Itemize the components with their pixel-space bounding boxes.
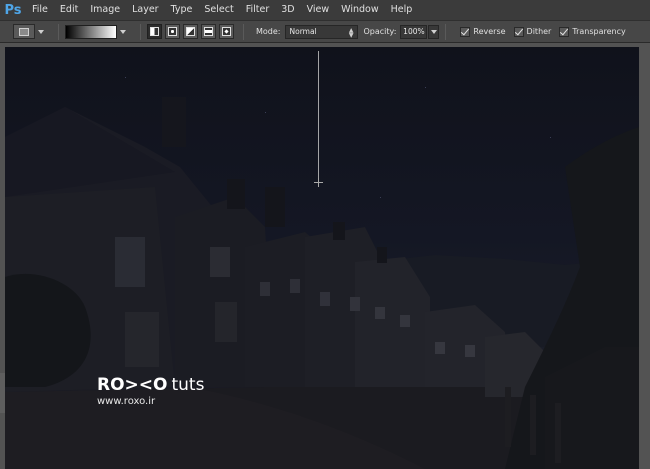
mode-label: Mode:	[256, 27, 281, 36]
dither-checkbox[interactable]	[513, 26, 524, 37]
document-canvas[interactable]: RO><O tuts www.roxo.ir	[5, 47, 639, 469]
diamond-gradient-icon	[222, 27, 231, 36]
menu-file[interactable]: File	[24, 0, 54, 20]
radial-gradient-button[interactable]	[165, 24, 180, 39]
menu-image[interactable]: Image	[84, 0, 126, 20]
divider	[445, 23, 447, 40]
check-icon	[514, 26, 523, 35]
linear-gradient-icon	[150, 27, 159, 36]
menu-type[interactable]: Type	[165, 0, 199, 20]
chevron-down-icon[interactable]	[38, 29, 44, 34]
divider	[58, 23, 59, 40]
gradient-drag-line	[318, 51, 319, 181]
check-icon	[560, 26, 569, 35]
dither-label: Dither	[526, 27, 552, 36]
watermark-brand: RO><O tuts	[97, 375, 204, 395]
divider	[140, 23, 141, 40]
menu-layer[interactable]: Layer	[126, 0, 165, 20]
watermark-logo-text: RO><O	[97, 375, 168, 395]
options-bar: Mode: Normal ▲ ▼ Opacity: 100% Reverse Di…	[0, 20, 650, 43]
angle-gradient-button[interactable]	[183, 24, 198, 39]
menu-help[interactable]: Help	[385, 0, 419, 20]
chevron-down-icon[interactable]	[120, 29, 126, 34]
transparency-checkbox[interactable]	[559, 26, 570, 37]
menu-view[interactable]: View	[301, 0, 336, 20]
menu-window[interactable]: Window	[335, 0, 384, 20]
star	[380, 197, 381, 198]
divider	[243, 23, 244, 40]
reverse-label: Reverse	[473, 27, 506, 36]
star	[265, 112, 266, 113]
check-icon	[461, 26, 470, 35]
reverse-checkbox[interactable]	[460, 26, 471, 37]
opacity-label: Opacity:	[363, 27, 397, 36]
crosshair-cursor-icon	[314, 178, 323, 187]
chevron-down-icon	[430, 29, 437, 34]
watermark-url: www.roxo.ir	[97, 396, 156, 407]
opacity-dropdown[interactable]	[428, 24, 440, 39]
reflected-gradient-icon	[204, 27, 213, 36]
gradient-tool-icon	[19, 27, 29, 36]
menu-bar: Ps File Edit Image Layer Type Select Fil…	[0, 0, 650, 20]
watermark: RO><O tuts www.roxo.ir	[97, 375, 204, 407]
linear-gradient-button[interactable]	[147, 24, 162, 39]
angle-gradient-icon	[186, 27, 195, 36]
reflected-gradient-button[interactable]	[201, 24, 216, 39]
menu-select[interactable]: Select	[198, 0, 239, 20]
menu-3d[interactable]: 3D	[275, 0, 300, 20]
gradient-picker[interactable]	[65, 24, 117, 39]
menu-edit[interactable]: Edit	[54, 0, 84, 20]
star	[425, 87, 426, 88]
mode-select[interactable]: Normal ▲ ▼	[284, 24, 358, 39]
watermark-suffix: tuts	[171, 375, 205, 395]
opacity-value: 100%	[403, 27, 425, 36]
opacity-input[interactable]: 100%	[400, 24, 428, 39]
mode-value: Normal	[289, 27, 317, 36]
transparency-label: Transparency	[572, 27, 626, 36]
diamond-gradient-button[interactable]	[219, 24, 234, 39]
star	[125, 77, 126, 78]
updown-arrows-icon: ▲ ▼	[348, 26, 354, 39]
radial-gradient-icon	[168, 27, 177, 36]
star	[550, 137, 551, 138]
menu-filter[interactable]: Filter	[240, 0, 276, 20]
workspace: RO><O tuts www.roxo.ir	[0, 43, 650, 469]
tool-preset-picker[interactable]	[13, 24, 35, 39]
photoshop-logo: Ps	[4, 2, 22, 18]
